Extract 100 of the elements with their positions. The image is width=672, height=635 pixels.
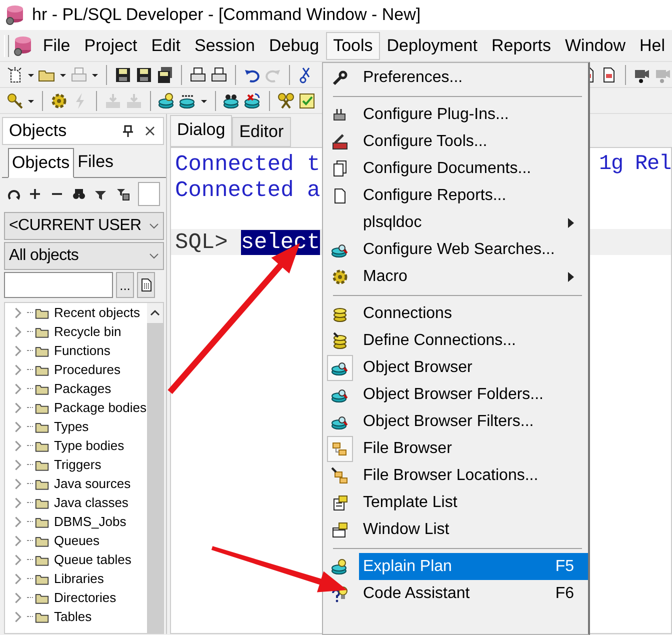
output-line: Connected t — [175, 152, 320, 176]
selected-text: select — [240, 230, 320, 254]
menu-item[interactable]: Object Browser Folders... — [359, 381, 588, 408]
chevron-icon — [149, 252, 159, 260]
database-icon — [331, 332, 349, 350]
menu-item[interactable]: Object Browser — [359, 354, 588, 381]
tab[interactable]: Editor — [232, 117, 291, 147]
tab[interactable]: Dialog — [170, 115, 232, 147]
tree-item[interactable]: Procedures — [54, 362, 120, 377]
refresh-icon[interactable] — [6, 187, 20, 201]
gear-icon — [331, 268, 349, 286]
output-line: Connected a — [175, 178, 320, 202]
folders-icon — [331, 466, 349, 484]
color-box[interactable] — [138, 182, 160, 206]
filter-dropdown[interactable]: All objects — [4, 242, 164, 270]
floppy-icon[interactable] — [114, 66, 132, 84]
dropdown-value: <CURRENT USER — [9, 217, 142, 235]
tree-item[interactable]: Recycle bin — [54, 324, 122, 339]
menu-item[interactable]: Template List — [359, 489, 588, 516]
tree-item[interactable]: Package bodies — [54, 400, 147, 415]
menu-item[interactable]: Configure Plug-Ins... — [359, 101, 588, 128]
template-icon — [331, 494, 349, 512]
tree-item[interactable]: Packages — [54, 381, 112, 396]
dropdown-value: All objects — [9, 247, 79, 265]
tree-item[interactable]: Triggers — [54, 457, 102, 472]
tools-icon — [331, 132, 349, 150]
menu-item[interactable]: Debug — [262, 32, 326, 60]
menu-item[interactable]: Define Connections... — [359, 327, 588, 354]
menu-item[interactable]: Macro — [359, 263, 588, 290]
pin-icon[interactable] — [121, 124, 135, 138]
tree-item[interactable]: Types — [54, 419, 89, 434]
menu-item[interactable]: Preferences... — [359, 64, 588, 91]
tree-item[interactable]: Tables — [54, 609, 92, 624]
menu-item[interactable]: Connections — [359, 300, 588, 327]
menu-item[interactable]: Window — [558, 32, 632, 60]
tree-item[interactable]: Java classes — [54, 495, 128, 510]
output-line: 1g Rel — [598, 152, 671, 176]
menu-item[interactable]: Hel — [632, 32, 672, 60]
more-button[interactable]: ... — [116, 272, 134, 298]
tree-item[interactable]: Recent objects — [54, 305, 140, 320]
database-icon — [331, 558, 349, 576]
menu-item[interactable]: Project — [77, 32, 144, 60]
document-button[interactable] — [137, 272, 155, 298]
menu-item[interactable]: File Browser Locations... — [359, 462, 588, 489]
menu-item[interactable]: Object Browser Filters... — [359, 408, 588, 435]
tree-item[interactable]: Functions — [54, 343, 110, 358]
tab[interactable]: Objects — [8, 148, 74, 178]
menu-item[interactable]: Window List — [359, 516, 588, 543]
database-icon[interactable] — [223, 92, 241, 110]
menu-item[interactable]: Reports — [484, 32, 558, 60]
menu-item[interactable]: File — [36, 32, 78, 60]
windows-icon — [331, 520, 349, 538]
printer-icon[interactable] — [210, 66, 228, 84]
database-icon — [12, 34, 34, 56]
tree-item[interactable]: Queue tables — [54, 552, 132, 567]
chevron-icon — [149, 222, 159, 230]
floppy-icon[interactable] — [135, 66, 153, 84]
menu-item[interactable]: Configure Web Searches... — [359, 236, 588, 263]
scroll-up-icon[interactable] — [150, 309, 160, 317]
document-icon — [139, 278, 153, 292]
checklist-icon[interactable] — [298, 92, 316, 110]
gear-icon[interactable] — [50, 92, 68, 110]
binoculars-icon[interactable] — [72, 187, 86, 201]
menu-item[interactable]: Configure Tools... — [359, 128, 588, 155]
tree-item[interactable]: Directories — [54, 590, 116, 605]
floppy-icon[interactable] — [156, 66, 174, 84]
tab[interactable]: Files — [74, 147, 118, 177]
menu-item[interactable]: Edit — [144, 32, 188, 60]
panel-title: Objects — [9, 121, 68, 141]
doc-icon[interactable] — [6, 66, 24, 84]
database-icon — [4, 4, 26, 26]
key-icon[interactable] — [6, 92, 24, 110]
owner-dropdown[interactable]: <CURRENT USER — [4, 212, 164, 240]
close-icon[interactable] — [143, 124, 157, 138]
tree-item[interactable]: DBMS_Jobs — [54, 514, 126, 529]
database-icon[interactable] — [244, 92, 262, 110]
menu-item[interactable]: File Browser — [359, 435, 588, 462]
menu-item[interactable]: Tools — [326, 32, 380, 60]
tree-item[interactable]: Java sources — [54, 476, 131, 491]
menu-item[interactable]: Session — [187, 32, 262, 60]
tree-item[interactable]: Type bodies — [54, 438, 124, 453]
window-title: hr - PL/SQL Developer - [Command Window - New] — [32, 5, 421, 25]
menu-item[interactable]: Configure Reports... — [359, 182, 588, 209]
search-field[interactable] — [4, 272, 113, 298]
tree-item[interactable]: Queues — [54, 533, 100, 548]
menu-item[interactable]: plsqldoc — [359, 209, 588, 236]
filter-icon[interactable] — [116, 187, 130, 201]
documents-icon — [331, 160, 349, 178]
database-icon[interactable] — [158, 92, 176, 110]
key-icon[interactable] — [277, 92, 295, 110]
menu-item[interactable]: Deployment — [380, 32, 484, 60]
sql-prompt: SQL> — [175, 230, 228, 254]
tree-item[interactable]: Libraries — [54, 571, 104, 586]
menu-item[interactable]: Explain Plan F5 — [359, 553, 588, 580]
menu-item[interactable]: Configure Documents... — [359, 155, 588, 182]
menu-item[interactable]: Code Assistant F6 — [359, 580, 588, 607]
scrollbar[interactable] — [146, 303, 163, 633]
folders-icon — [331, 440, 349, 458]
plus-icon[interactable] — [28, 187, 42, 201]
printer-icon[interactable] — [189, 66, 207, 84]
